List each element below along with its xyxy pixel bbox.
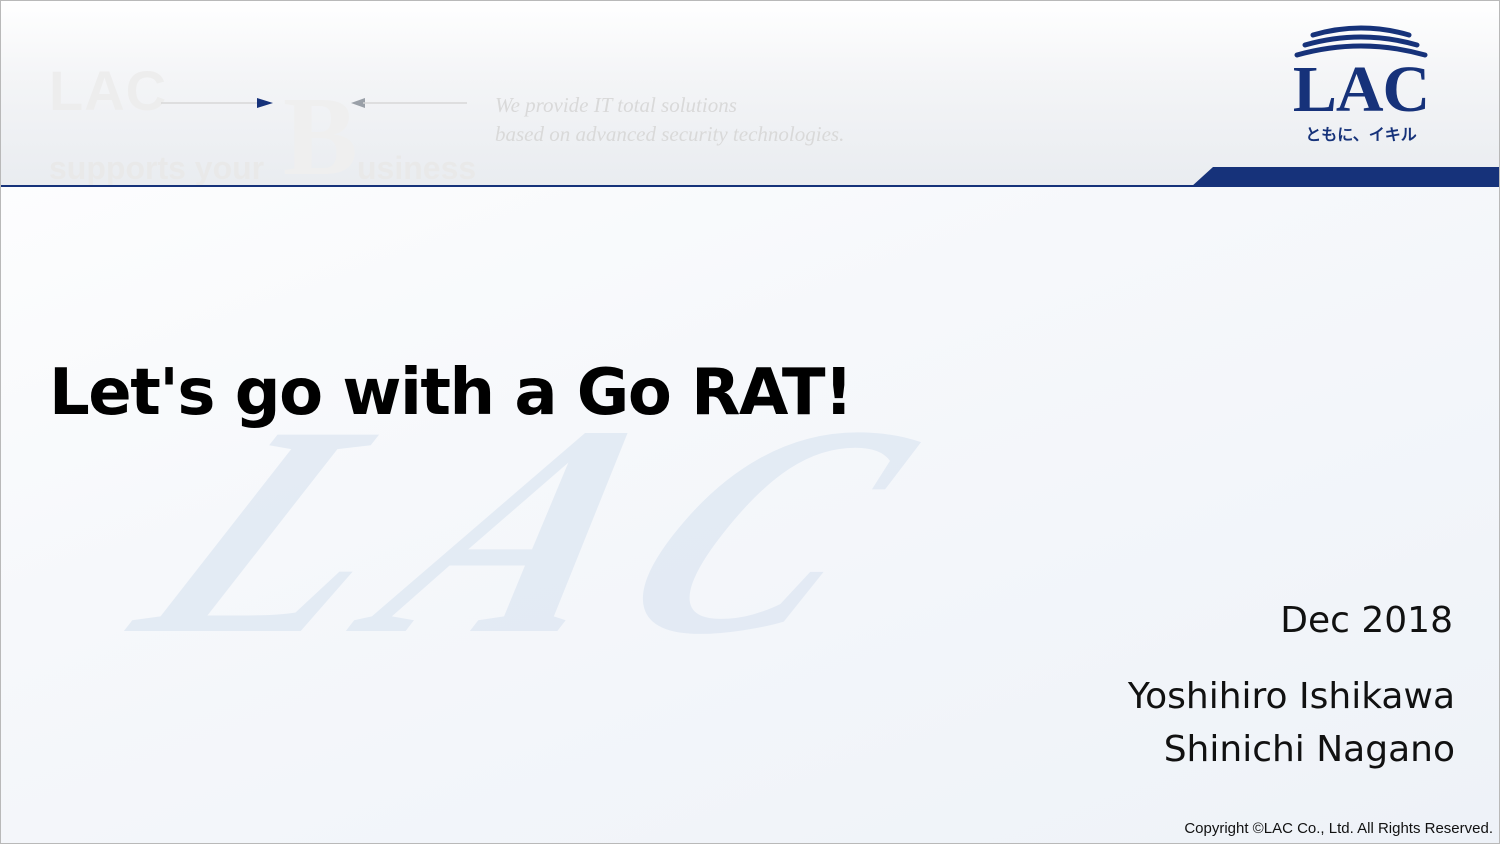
header-watermark-brand: LAC <box>49 59 168 122</box>
header-watermark-supports: supports your <box>49 150 265 186</box>
header-watermark-usiness: usiness <box>357 150 477 186</box>
slide-title: Let's go with a Go RAT! <box>49 356 853 430</box>
tagline-line-1: We provide IT total solutions <box>495 93 737 117</box>
tagline-line-2: based on advanced security technologies. <box>495 122 845 146</box>
lac-logo: LAC ともに、イキル <box>1291 25 1431 155</box>
header-arrows-icon <box>161 98 467 108</box>
presentation-date: Dec 2018 <box>1280 600 1453 641</box>
header-tab <box>1191 167 1499 187</box>
author-name: Shinichi Nagano <box>1163 729 1455 770</box>
author-name: Yoshihiro Ishikawa <box>1127 676 1455 717</box>
title-slide: LAC B supports your usiness We provide I… <box>0 0 1500 844</box>
copyright-notice: Copyright ©LAC Co., Ltd. All Rights Rese… <box>1184 820 1493 837</box>
logo-tagline: ともに、イキル <box>1305 125 1417 144</box>
logo-wordmark: LAC <box>1292 53 1430 126</box>
header-watermark-tagline: We provide IT total solutions based on a… <box>495 91 915 149</box>
